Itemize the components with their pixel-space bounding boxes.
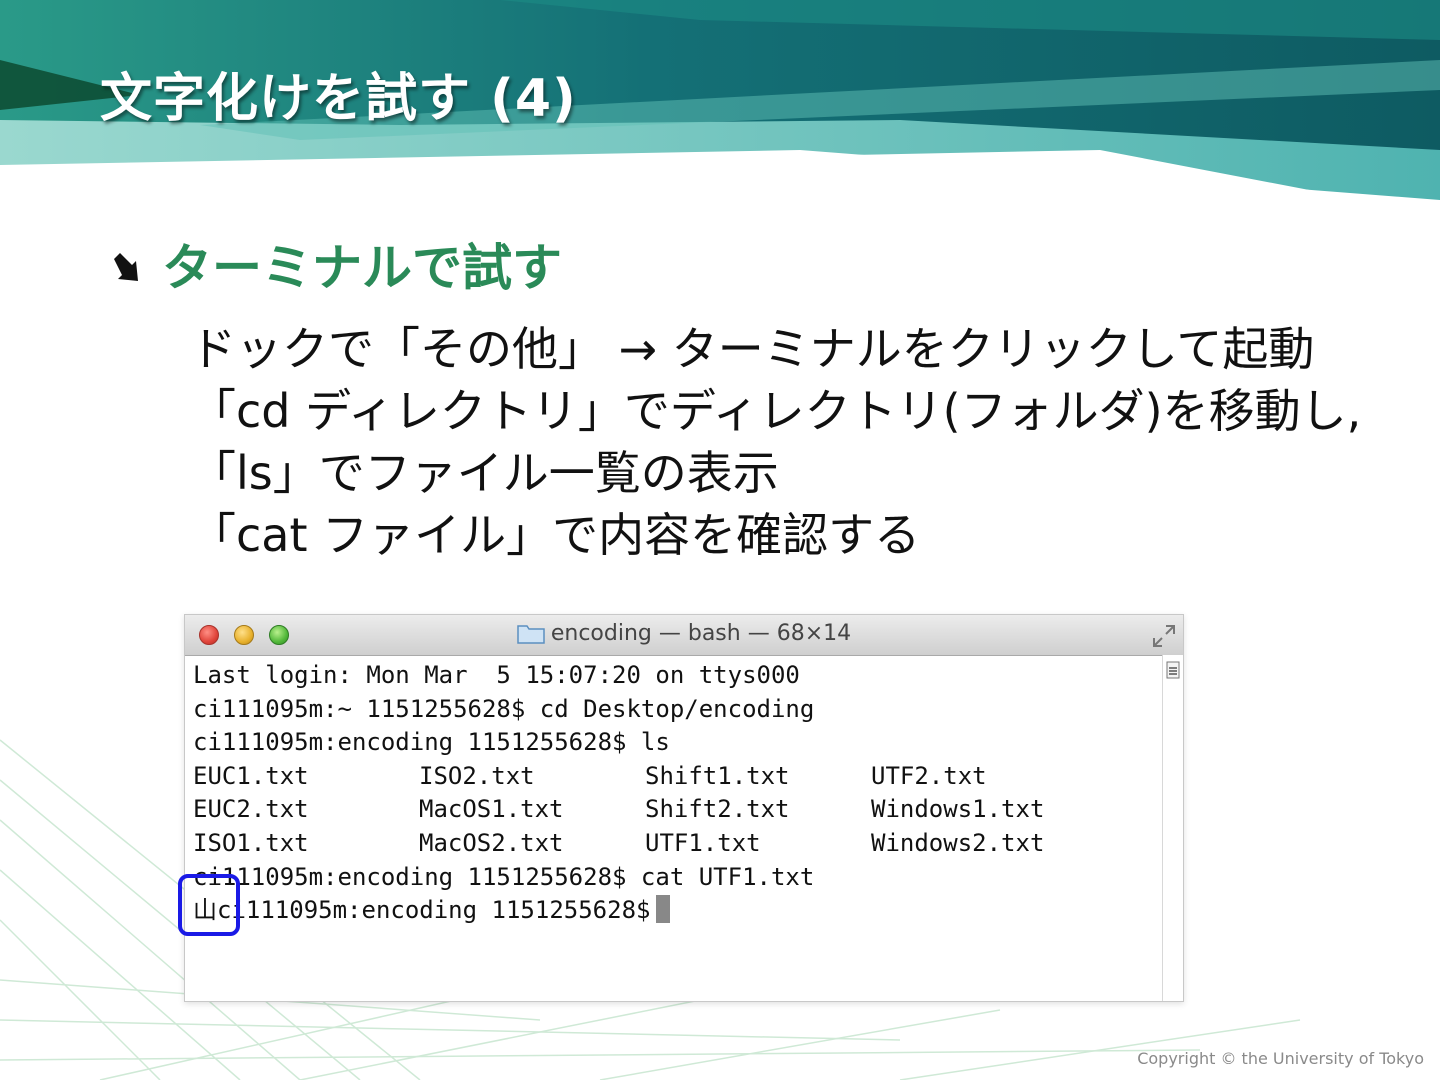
ls-row: ISO1.txt MacOS2.txt UTF1.txt Windows2.txt — [193, 827, 1097, 861]
ls-entry: Shift1.txt — [645, 761, 790, 790]
bullet-heading-row: ターミナルで試す — [110, 228, 562, 300]
ls-entry: ISO2.txt — [419, 761, 535, 790]
terminal-prompt: 山ci111095m:encoding 1151255628$ — [193, 896, 651, 925]
body-line: 「cat ファイル」で内容を確認する — [190, 508, 921, 562]
body-line: 「ls」でファイル一覧の表示 — [190, 446, 779, 500]
ls-entry: ISO1.txt — [193, 828, 309, 857]
copyright-notice: Copyright © the University of Tokyo — [1137, 1049, 1424, 1068]
ls-entry: EUC2.txt — [193, 795, 309, 824]
section-heading: ターミナルで試す — [162, 239, 562, 297]
body-text: ドックで「その他」 → ターミナルをクリックして起動 「cd ディレクトリ」でデ… — [190, 318, 1361, 566]
text-cursor — [656, 895, 671, 924]
terminal-scrollbar[interactable] — [1162, 655, 1183, 1001]
fullscreen-icon[interactable] — [1151, 623, 1177, 649]
terminal-line: ci111095m:encoding 1151255628$ ls — [193, 728, 670, 757]
arrow-down-right-icon — [114, 253, 138, 281]
terminal-output[interactable]: Last login: Mon Mar 5 15:07:20 on ttys00… — [193, 659, 1097, 928]
ls-entry: UTF2.txt — [871, 761, 987, 790]
body-line: 「cd ディレクトリ」でディレクトリ(フォルダ)を移動し, — [190, 384, 1362, 438]
terminal-prompt-line: 山ci111095m:encoding 1151255628$ — [193, 894, 1097, 928]
ls-entry: Shift2.txt — [645, 795, 790, 824]
terminal-line: ci111095m:encoding 1151255628$ cat UTF1.… — [193, 862, 815, 891]
terminal-window: encoding — bash — 68×14 Last login: Mon … — [184, 614, 1184, 1002]
terminal-titlebar[interactable]: encoding — bash — 68×14 — [185, 615, 1183, 656]
ls-entry: EUC1.txt — [193, 761, 309, 790]
ls-entry: MacOS1.txt — [419, 795, 564, 824]
terminal-line: ci111095m:~ 1151255628$ cd Desktop/encod… — [193, 694, 815, 723]
ls-entry: Windows2.txt — [871, 828, 1045, 857]
ls-entry: MacOS2.txt — [419, 828, 564, 857]
slide-title: 文字化けを試す (4) — [100, 69, 577, 129]
ls-entry: UTF1.txt — [645, 828, 761, 857]
terminal-title: encoding — bash — 68×14 — [185, 621, 1183, 646]
folder-icon — [517, 625, 545, 644]
ls-entry: Windows1.txt — [871, 795, 1045, 824]
body-line: ドックで「その他」 → ターミナルをクリックして起動 — [190, 322, 1315, 376]
terminal-line: Last login: Mon Mar 5 15:07:20 on ttys00… — [193, 661, 800, 689]
terminal-title-text: encoding — bash — 68×14 — [550, 621, 852, 646]
ls-row: EUC2.txt MacOS1.txt Shift2.txt Windows1.txt — [193, 793, 1097, 827]
highlight-box — [178, 874, 240, 936]
ls-row: EUC1.txt ISO2.txt Shift1.txt UTF2.txt — [193, 760, 1097, 794]
split-pane-icon[interactable] — [1166, 661, 1180, 679]
